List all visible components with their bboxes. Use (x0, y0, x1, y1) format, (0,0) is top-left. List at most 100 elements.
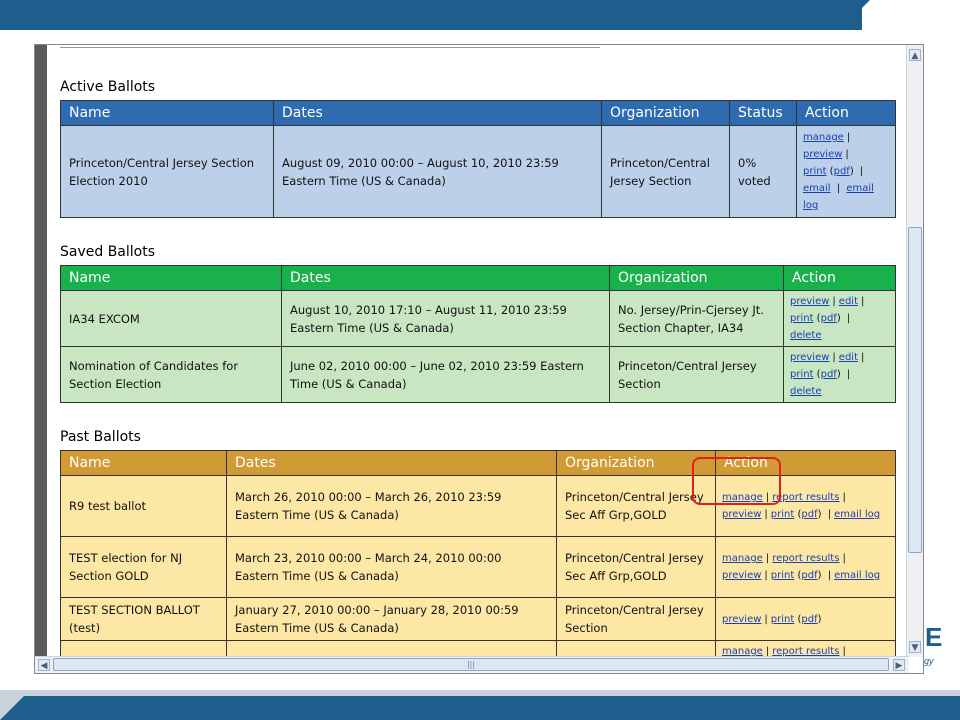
email-link[interactable]: email (803, 183, 831, 194)
col-action: Action (796, 100, 896, 126)
preview-link[interactable]: preview (803, 149, 842, 160)
slide-bottom-cut (0, 696, 24, 720)
ballot-name: TEST election for NJ Section GOLD (60, 536, 227, 598)
page-content: Active Ballots Name Dates Organization S… (47, 45, 909, 657)
ballot-name: Nomination of Candidates for Section Ele… (60, 346, 282, 403)
print-link[interactable]: print (771, 570, 795, 581)
preview-link[interactable]: preview (722, 509, 761, 520)
ballot-organization: Princeton/Central Jersey Section (556, 597, 716, 641)
ballot-status: 0% voted (729, 125, 797, 218)
scroll-down-arrow-icon[interactable]: ▼ (909, 641, 921, 653)
col-dates: Dates (226, 450, 557, 476)
saved-ballots-title: Saved Ballots (60, 244, 156, 260)
saved-ballots-table: Name Dates Organization Action IA34 EXCO… (60, 265, 896, 403)
ballot-dates: August 10, 2010 17:10 – August 11, 2010 … (281, 290, 610, 347)
table-row: Nomination of Candidates for Section Ele… (60, 346, 896, 403)
delete-link[interactable]: delete (790, 386, 822, 397)
table-row: TEST election for NJ Section GOLD March … (60, 536, 896, 598)
ballot-name: Princeton/Central Jersey Section Electio… (60, 125, 274, 218)
action-cell: manage | report results | preview | print (pd… (715, 536, 896, 598)
horizontal-scroll-thumb[interactable]: ||| (53, 658, 889, 671)
ballot-name: R9 test ballot (60, 475, 227, 537)
ballot-organization (556, 640, 716, 657)
past-ballots-title: Past Ballots (60, 429, 141, 445)
ballot-dates: January 27, 2010 00:00 – January 28, 201… (226, 597, 557, 641)
scroll-right-arrow-icon[interactable]: ▶ (893, 659, 905, 671)
pdf-link[interactable]: pdf (801, 614, 817, 625)
print-link[interactable]: print (803, 166, 827, 177)
pdf-link[interactable]: pdf (821, 369, 837, 380)
horizontal-scrollbar[interactable]: ◀ ||| ▶ (35, 656, 909, 673)
col-status: Status (729, 100, 797, 126)
table-row: TEST SECTION BALLOT (test) January 27, 2… (60, 597, 896, 641)
slide-logo: E (925, 622, 943, 652)
browser-viewport: Active Ballots Name Dates Organization S… (34, 44, 924, 674)
col-organization: Organization (601, 100, 730, 126)
table-header-row: Name Dates Organization Status Action (60, 100, 896, 126)
vertical-scroll-thumb[interactable] (908, 227, 922, 553)
print-link[interactable]: print (771, 614, 795, 625)
report-results-link[interactable]: report results (772, 553, 839, 564)
manage-link[interactable]: manage (722, 553, 763, 564)
col-action: Action (783, 265, 896, 291)
table-row: IA34 EXCOM August 10, 2010 17:10 – Augus… (60, 290, 896, 347)
action-cell: manage | preview | print (pdf) | email | e… (796, 125, 896, 218)
col-dates: Dates (281, 265, 610, 291)
annotation-highlight (692, 457, 781, 505)
col-name: Name (60, 450, 227, 476)
email-log-link[interactable]: email log (834, 509, 880, 520)
ballot-dates (226, 640, 557, 657)
ballot-name: IA34 EXCOM (60, 290, 282, 347)
ballot-organization: Princeton/Central Jersey Section (609, 346, 784, 403)
action-cell: preview | edit | print (pdf) | delete (783, 346, 896, 403)
action-cell: preview | print (pdf) (715, 597, 896, 641)
pdf-link[interactable]: pdf (801, 570, 817, 581)
slide-top-corner (862, 0, 960, 30)
col-name: Name (60, 265, 282, 291)
slide-bottom-band (0, 696, 960, 720)
preview-link[interactable]: preview (790, 296, 829, 307)
delete-link[interactable]: delete (790, 330, 822, 341)
edit-link[interactable]: edit (839, 296, 858, 307)
preview-link[interactable]: preview (722, 614, 761, 625)
ballot-dates: June 02, 2010 00:00 – June 02, 2010 23:5… (281, 346, 610, 403)
edit-link[interactable]: edit (839, 352, 858, 363)
col-name: Name (60, 100, 274, 126)
print-link[interactable]: print (790, 369, 814, 380)
scroll-up-arrow-icon[interactable]: ▲ (909, 49, 921, 61)
preview-link[interactable]: preview (790, 352, 829, 363)
slide-logo-subtitle: gy (924, 656, 934, 666)
table-header-row: Name Dates Organization Action (60, 265, 896, 291)
ballot-dates: August 09, 2010 00:00 – August 10, 2010 … (273, 125, 602, 218)
ballot-organization: Princeton/Central Jersey Section (601, 125, 730, 218)
ballot-name (60, 640, 227, 657)
ballot-name: TEST SECTION BALLOT (test) (60, 597, 227, 641)
top-divider (60, 47, 600, 48)
ballot-organization: Princeton/Central Jersey Sec Aff Grp,GOL… (556, 536, 716, 598)
table-row: Princeton/Central Jersey Section Electio… (60, 125, 896, 218)
pdf-link[interactable]: pdf (834, 166, 850, 177)
print-link[interactable]: print (771, 509, 795, 520)
manage-link[interactable]: manage (803, 132, 844, 143)
slide-top-cut (840, 0, 870, 30)
scroll-left-arrow-icon[interactable]: ◀ (38, 659, 50, 671)
print-link[interactable]: print (790, 313, 814, 324)
col-dates: Dates (273, 100, 602, 126)
action-cell: manage | report results | (715, 640, 896, 657)
preview-link[interactable]: preview (722, 570, 761, 581)
ballot-organization: No. Jersey/Prin-Cjersey Jt. Section Chap… (609, 290, 784, 347)
action-cell: preview | edit | print (pdf) | delete (783, 290, 896, 347)
vertical-scrollbar[interactable]: ▲ ▼ (906, 45, 923, 657)
ballot-dates: March 23, 2010 00:00 – March 24, 2010 00… (226, 536, 557, 598)
report-results-link[interactable]: report results (772, 492, 839, 503)
active-ballots-table: Name Dates Organization Status Action Pr… (60, 100, 896, 218)
pdf-link[interactable]: pdf (801, 509, 817, 520)
email-log-link[interactable]: email log (834, 570, 880, 581)
slide-top-band (0, 0, 960, 30)
active-ballots-title: Active Ballots (60, 79, 156, 95)
col-organization: Organization (609, 265, 784, 291)
table-row: manage | report results | (60, 640, 896, 657)
left-border-bar (35, 45, 47, 657)
pdf-link[interactable]: pdf (821, 313, 837, 324)
ballot-dates: March 26, 2010 00:00 – March 26, 2010 23… (226, 475, 557, 537)
